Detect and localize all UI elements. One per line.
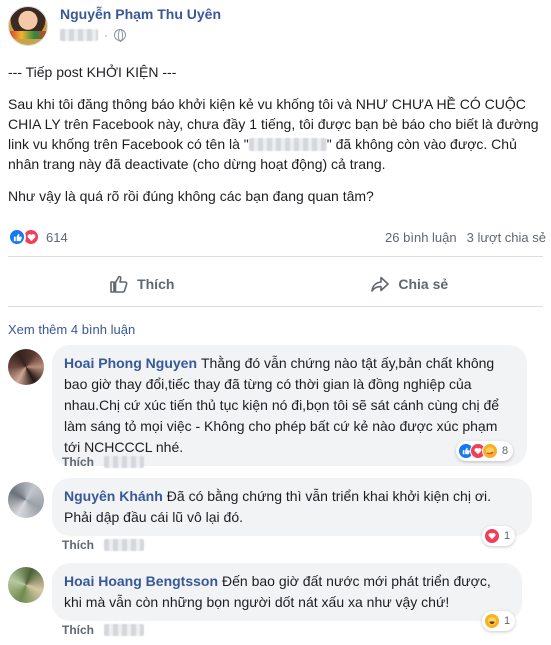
- dot-separator: ·: [104, 28, 108, 42]
- post-paragraph-3: Như vậy là quá rõ rồi đúng không các bạn…: [8, 188, 374, 204]
- facebook-post: Nguyễn Phạm Thu Uyên · --- Tiếp post KHỞ…: [0, 0, 551, 645]
- comment-reaction-count: 8: [502, 445, 509, 457]
- timestamp-redacted[interactable]: [60, 29, 98, 41]
- thumbs-up-icon: [110, 275, 128, 293]
- reaction-count: 614: [46, 229, 68, 245]
- comment-time-redacted[interactable]: [104, 456, 144, 468]
- see-more-comments-link[interactable]: Xem thêm 4 bình luận: [8, 322, 135, 337]
- care-emoji-icon: [482, 443, 498, 459]
- post-paragraph-2: Sau khi tôi đăng thông báo khởi kiện kẻ …: [8, 94, 543, 174]
- commenter-name[interactable]: Hoai Phong Nguyen: [64, 355, 197, 371]
- comment-reaction-count: 1: [504, 615, 511, 627]
- redacted-page-name: [248, 138, 327, 151]
- shares-count[interactable]: 3 lượt chia sẻ: [467, 230, 546, 245]
- post-paragraph-1: --- Tiếp post KHỞI KIỆN ---: [8, 64, 177, 80]
- comments-count[interactable]: 26 bình luận: [385, 230, 457, 245]
- haha-emoji-icon: [484, 613, 500, 629]
- comment-time-redacted[interactable]: [104, 539, 144, 551]
- post-text: --- Tiếp post KHỞI KIỆN --- Sau khi tôi …: [8, 62, 543, 218]
- like-label: Thích: [137, 276, 175, 292]
- commenter-avatar[interactable]: [8, 482, 44, 518]
- comment-actions: Thích: [62, 455, 144, 469]
- reaction-summary[interactable]: 614: [8, 228, 68, 246]
- author-name[interactable]: Nguyễn Phạm Thu Uyên: [60, 6, 221, 22]
- comment-like-link[interactable]: Thích: [62, 455, 94, 469]
- comment-reaction-count: 1: [504, 530, 511, 542]
- comment-like-link[interactable]: Thích: [62, 538, 94, 552]
- post-stats: 614 26 bình luận 3 lượt chia sẻ: [8, 226, 546, 248]
- comment-reactions[interactable]: 1: [482, 611, 516, 631]
- share-label: Chia sẻ: [398, 276, 449, 292]
- post-actions: Thích Chia sẻ: [8, 266, 543, 302]
- comment-reactions[interactable]: 1: [482, 526, 516, 546]
- share-button[interactable]: Chia sẻ: [276, 266, 544, 302]
- heart-icon: [484, 528, 500, 544]
- commenter-avatar[interactable]: [8, 567, 44, 603]
- divider-bottom: [8, 306, 543, 307]
- comment-actions: Thích: [62, 623, 144, 637]
- comment-bubble: Nguyên Khánh Đã có bằng chứng thì vẫn tri…: [52, 478, 532, 536]
- globe-icon: [114, 29, 126, 42]
- comment-actions: Thích: [62, 538, 144, 552]
- thumbs-up-icon: [8, 228, 26, 246]
- comment-time-redacted[interactable]: [104, 624, 144, 636]
- post-meta: ·: [60, 28, 126, 42]
- commenter-name[interactable]: Nguyên Khánh: [64, 488, 163, 504]
- commenter-name[interactable]: Hoai Hoang Bengtsson: [64, 573, 218, 589]
- comment-like-link[interactable]: Thích: [62, 623, 94, 637]
- like-button[interactable]: Thích: [8, 266, 276, 302]
- author-avatar[interactable]: [8, 6, 48, 46]
- divider-top: [8, 256, 543, 257]
- share-arrow-icon: [371, 276, 390, 292]
- commenter-avatar[interactable]: [8, 349, 44, 385]
- comment-reactions[interactable]: 8: [456, 441, 514, 461]
- comment-bubble: Hoai Hoang Bengtsson Đến bao giờ đất nước…: [52, 563, 522, 621]
